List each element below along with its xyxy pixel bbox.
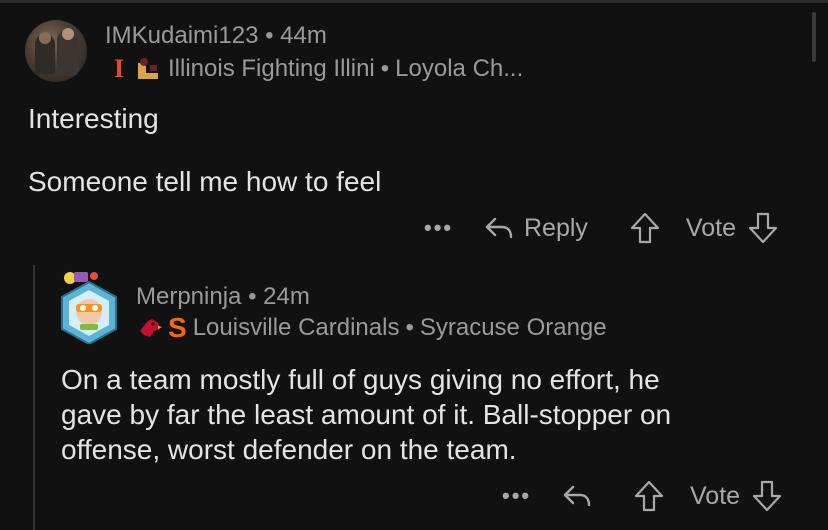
reply-body: On a team mostly full of guys giving no … — [61, 362, 801, 467]
vote-count: Vote — [685, 213, 736, 242]
illinois-logo-icon: I — [113, 54, 125, 83]
comment-line-2: Someone tell me how to feel — [28, 166, 382, 197]
separator: • — [265, 22, 274, 49]
top-comment: IMKudaimi123 • 44m I Illinois Fighting I… — [0, 0, 828, 260]
reply-arrow-icon — [484, 215, 514, 241]
loyola-logo-icon — [136, 57, 162, 81]
upvote-icon[interactable] — [634, 480, 664, 512]
user-flair: S Louisville Cardinals • Syracuse Orange — [138, 312, 607, 344]
username[interactable]: IMKudaimi123 — [105, 22, 258, 49]
separator: • — [380, 55, 390, 82]
avatar[interactable] — [25, 20, 87, 82]
syracuse-logo-icon: S — [168, 312, 187, 343]
flair-team-secondary: Syracuse Orange — [419, 314, 607, 341]
username[interactable]: Merpninja — [136, 283, 241, 310]
reply-line-3: offense, worst defender on the team. — [61, 434, 517, 465]
flair-team-primary: Louisville Cardinals — [192, 314, 400, 341]
comment-age: 24m — [263, 283, 310, 310]
separator: • — [405, 314, 414, 341]
vote-count: Vote — [690, 481, 741, 510]
comment-line-1: Interesting — [28, 103, 159, 134]
thread-line[interactable] — [33, 265, 35, 530]
user-flair: I Illinois Fighting Illini • Loyola Ch..… — [108, 54, 523, 84]
flair-team-secondary: Loyola Ch... — [395, 55, 524, 82]
ellipsis-icon[interactable]: ••• — [424, 215, 484, 241]
downvote-icon[interactable] — [748, 212, 778, 244]
upvote-icon[interactable] — [630, 212, 660, 244]
reply-arrow-icon[interactable] — [562, 483, 592, 509]
reply-button[interactable]: Reply — [484, 214, 588, 243]
comment-age: 44m — [280, 22, 327, 49]
reply-label: Reply — [524, 213, 588, 242]
comment-actions: ••• Reply Vote — [424, 212, 778, 244]
downvote-icon[interactable] — [752, 480, 782, 512]
reply-line-1: On a team mostly full of guys giving no … — [61, 364, 660, 395]
separator: • — [248, 283, 257, 310]
ellipsis-icon[interactable]: ••• — [502, 483, 562, 509]
avatar[interactable] — [58, 268, 120, 346]
comment-meta: IMKudaimi123 • 44m — [105, 22, 327, 50]
reply-line-2: gave by far the least amount of it. Ball… — [61, 399, 672, 430]
reply-actions: ••• Vote — [502, 480, 782, 512]
comment-meta: Merpninja • 24m — [136, 283, 310, 311]
flair-team-primary: Illinois Fighting Illini — [168, 55, 375, 82]
louisville-logo-icon — [138, 317, 162, 339]
